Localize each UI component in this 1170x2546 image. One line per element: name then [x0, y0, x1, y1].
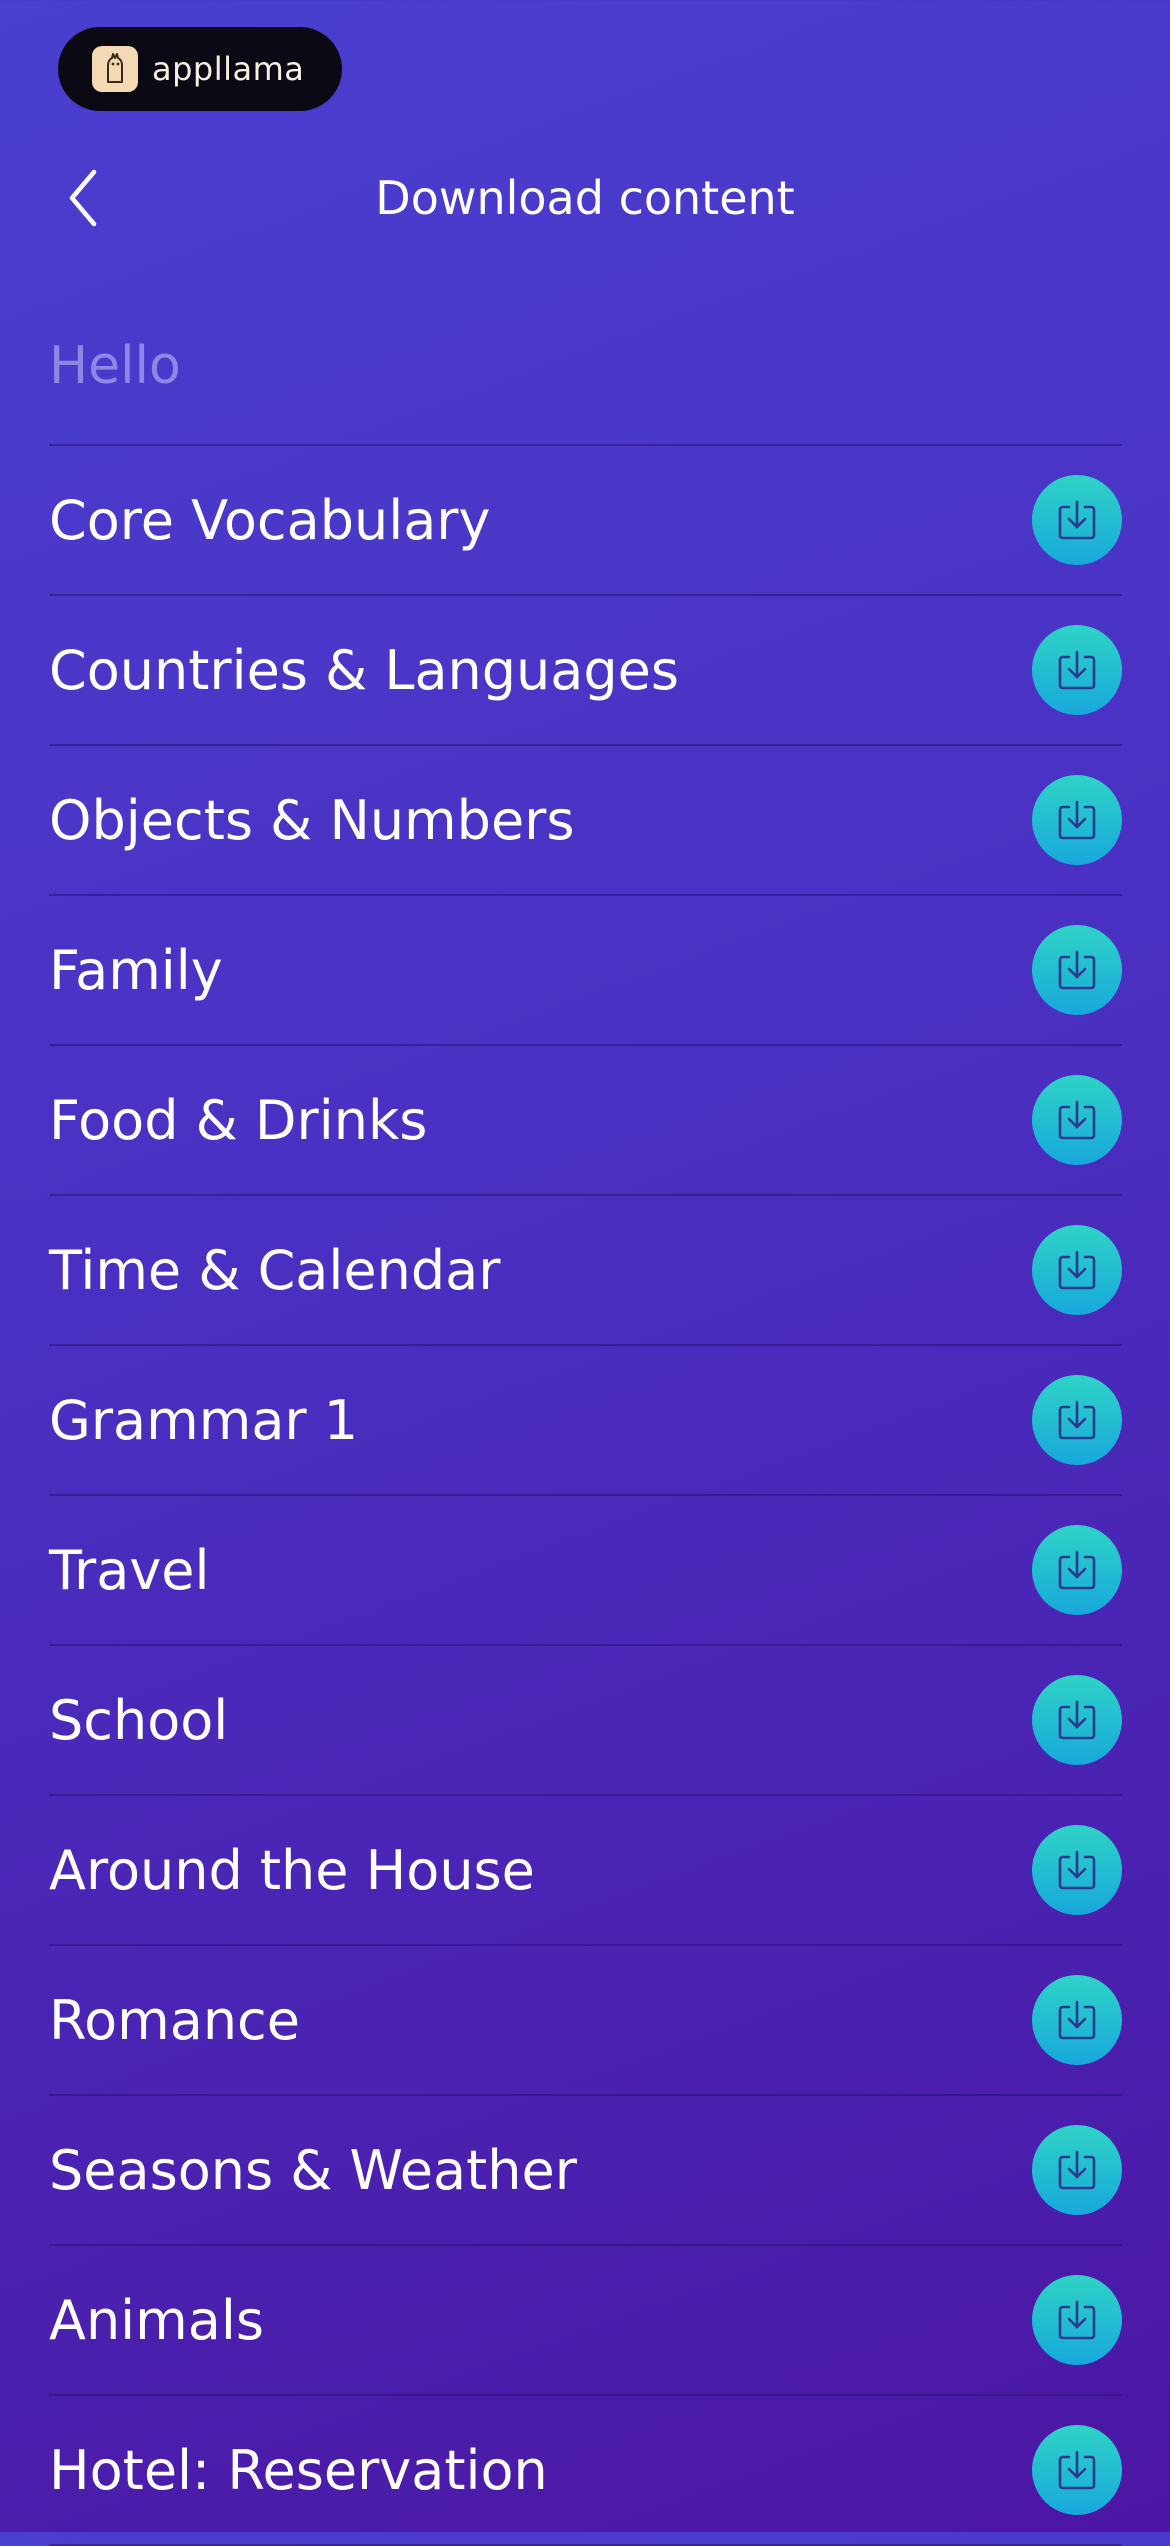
download-button[interactable]: [1032, 2125, 1122, 2215]
list-item[interactable]: Romance: [49, 1946, 1122, 2094]
download-icon: [1058, 2150, 1096, 2190]
list-item-label: School: [49, 1688, 229, 1752]
list-item[interactable]: Hotel: Reservation: [49, 2396, 1122, 2544]
download-icon: [1058, 650, 1096, 690]
list-item[interactable]: Travel: [49, 1496, 1122, 1644]
list-item[interactable]: Family: [49, 896, 1122, 1044]
download-button[interactable]: [1032, 1975, 1122, 2065]
content-list: Core Vocabulary Countries & Languages Obje…: [49, 444, 1122, 2546]
list-item[interactable]: Core Vocabulary: [49, 446, 1122, 594]
section-heading: Hello: [49, 336, 181, 396]
download-button[interactable]: [1032, 475, 1122, 565]
download-button[interactable]: [1032, 925, 1122, 1015]
list-item[interactable]: Time & Calendar: [49, 1196, 1122, 1344]
list-item-label: Seasons & Weather: [49, 2138, 577, 2202]
list-item[interactable]: School: [49, 1646, 1122, 1794]
download-button[interactable]: [1032, 1075, 1122, 1165]
download-button[interactable]: [1032, 2425, 1122, 2515]
download-icon: [1058, 1850, 1096, 1890]
list-item[interactable]: Countries & Languages: [49, 596, 1122, 744]
download-button[interactable]: [1032, 775, 1122, 865]
download-icon: [1058, 2000, 1096, 2040]
list-item-label: Travel: [49, 1538, 210, 1602]
download-icon: [1058, 500, 1096, 540]
list-item[interactable]: Seasons & Weather: [49, 2096, 1122, 2244]
llama-logo-icon: [92, 46, 138, 92]
brand-badge: appllama: [58, 27, 342, 111]
brand-name: appllama: [152, 50, 305, 88]
header-bar: Download content: [0, 150, 1170, 246]
download-icon: [1058, 2450, 1096, 2490]
list-item[interactable]: Animals: [49, 2246, 1122, 2394]
list-item-label: Animals: [49, 2288, 264, 2352]
download-button[interactable]: [1032, 1675, 1122, 1765]
download-button[interactable]: [1032, 1525, 1122, 1615]
list-item-label: Time & Calendar: [49, 1238, 501, 1302]
list-item-label: Grammar 1: [49, 1388, 359, 1452]
download-button[interactable]: [1032, 1825, 1122, 1915]
list-item-label: Countries & Languages: [49, 638, 679, 702]
download-button[interactable]: [1032, 1375, 1122, 1465]
list-item-label: Romance: [49, 1988, 300, 2052]
download-icon: [1058, 1550, 1096, 1590]
download-button[interactable]: [1032, 625, 1122, 715]
download-button[interactable]: [1032, 2275, 1122, 2365]
list-item-label: Around the House: [49, 1838, 535, 1902]
download-icon: [1058, 1700, 1096, 1740]
download-icon: [1058, 1400, 1096, 1440]
download-icon: [1058, 1250, 1096, 1290]
page-title: Download content: [375, 171, 795, 225]
list-item[interactable]: Grammar 1: [49, 1346, 1122, 1494]
list-item-label: Objects & Numbers: [49, 788, 575, 852]
list-item-label: Food & Drinks: [49, 1088, 428, 1152]
download-icon: [1058, 800, 1096, 840]
list-item-label: Core Vocabulary: [49, 488, 491, 552]
list-item[interactable]: Objects & Numbers: [49, 746, 1122, 894]
list-item[interactable]: Food & Drinks: [49, 1046, 1122, 1194]
download-icon: [1058, 950, 1096, 990]
download-button[interactable]: [1032, 1225, 1122, 1315]
list-item-label: Family: [49, 938, 223, 1002]
list-item[interactable]: Around the House: [49, 1796, 1122, 1944]
list-item-label: Hotel: Reservation: [49, 2438, 548, 2502]
download-icon: [1058, 1100, 1096, 1140]
download-icon: [1058, 2300, 1096, 2340]
